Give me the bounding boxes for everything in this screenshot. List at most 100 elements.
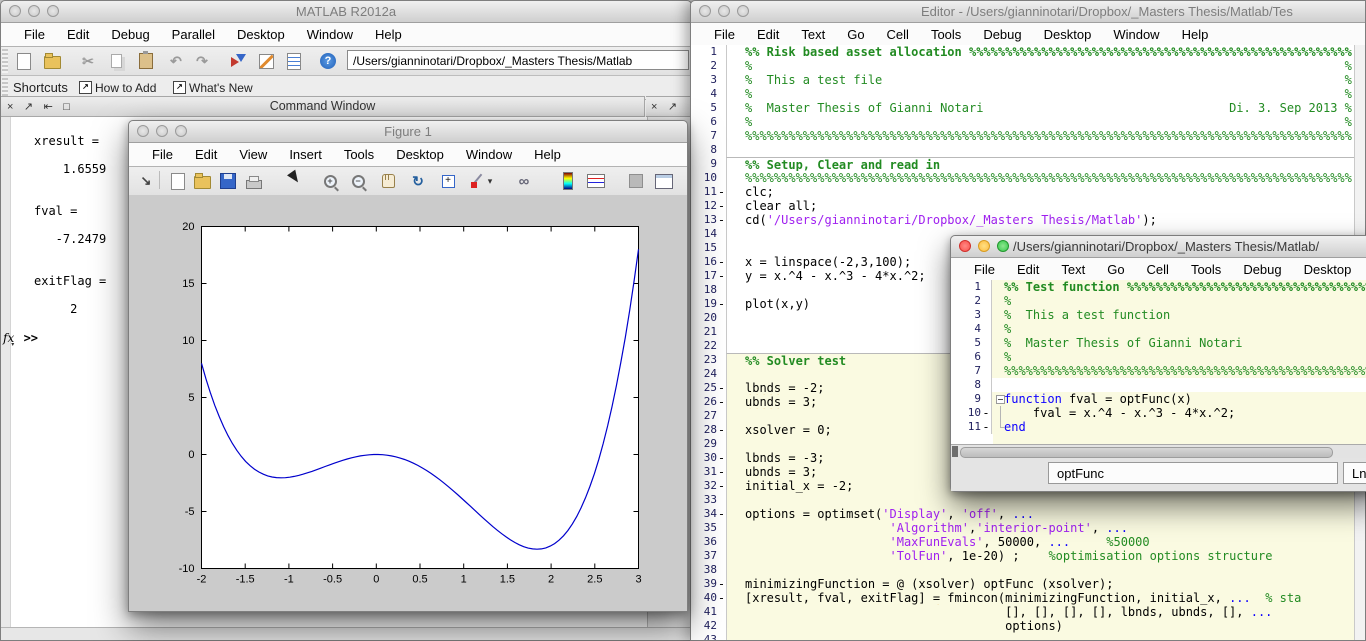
menu-file[interactable]: File — [703, 27, 746, 42]
code-line: 1%% Test function %%%%%%%%%%%%%%%%%%%%%%… — [951, 280, 1366, 294]
menu-go[interactable]: Go — [836, 27, 875, 42]
scrollbar-corner — [952, 446, 958, 457]
guide-icon[interactable] — [255, 51, 277, 71]
simulink-icon[interactable] — [227, 51, 249, 71]
shortcut-icon[interactable]: ↗ — [79, 81, 92, 94]
matlab-titlebar[interactable]: MATLAB R2012a — [1, 1, 691, 23]
toolbar-grip[interactable] — [2, 49, 8, 73]
menu-file[interactable]: File — [141, 147, 184, 162]
menu-desktop[interactable]: Desktop — [226, 27, 296, 42]
insert-colorbar-icon[interactable] — [557, 171, 579, 191]
menu-window[interactable]: Window — [296, 27, 364, 42]
side-panel-header[interactable]: × ↗ — [646, 96, 693, 117]
save-figure-icon[interactable] — [217, 171, 239, 191]
figure-canvas[interactable]: -2-1.5-1-0.500.511.522.53-10-505101520 — [129, 195, 687, 611]
menu-view[interactable]: View — [228, 147, 278, 162]
function-editor-code-area[interactable]: 1%% Test function %%%%%%%%%%%%%%%%%%%%%%… — [951, 280, 1366, 444]
menu-tools[interactable]: Tools — [920, 27, 972, 42]
menu-insert[interactable]: Insert — [278, 147, 333, 162]
minimize-window-icon[interactable] — [978, 240, 990, 252]
menu-cell[interactable]: Cell — [876, 27, 920, 42]
data-cursor-icon[interactable]: + — [437, 171, 459, 191]
rotate-3d-icon[interactable]: ↻ — [407, 171, 429, 191]
menu-tools[interactable]: Tools — [333, 147, 385, 162]
shortcuts-grip[interactable] — [2, 78, 8, 97]
menu-desktop[interactable]: Desktop — [1033, 27, 1103, 42]
function-editor-titlebar[interactable]: /Users/gianninotari/Dropbox/_Masters The… — [951, 236, 1366, 258]
copy-icon[interactable] — [105, 51, 127, 71]
new-figure-icon[interactable] — [167, 171, 189, 191]
code-line: 34-options = optimset('Display', 'off', … — [691, 507, 1365, 521]
zoom-out-icon[interactable]: − — [347, 171, 369, 191]
close-panel-icon[interactable]: × — [651, 101, 657, 113]
help-browser-icon[interactable] — [283, 51, 305, 71]
menu-go[interactable]: Go — [1096, 262, 1135, 277]
show-plot-tools-icon[interactable] — [653, 171, 675, 191]
menu-edit[interactable]: Edit — [1006, 262, 1050, 277]
redo-icon[interactable]: ↷ — [191, 51, 213, 71]
print-figure-icon[interactable] — [243, 171, 265, 191]
menu-parallel[interactable]: Parallel — [161, 27, 226, 42]
menu-desktop[interactable]: Desktop — [1293, 262, 1363, 277]
menu-desktop[interactable]: Desktop — [385, 147, 455, 162]
function-editor-statusbar: optFunc Ln — [951, 458, 1366, 491]
menu-file[interactable]: File — [13, 27, 56, 42]
current-function-indicator[interactable]: optFunc — [1048, 462, 1338, 484]
pan-icon[interactable] — [377, 171, 399, 191]
menu-tools[interactable]: Tools — [1180, 262, 1232, 277]
current-folder-field[interactable]: /Users/gianninotari/Dropbox/_Masters The… — [347, 50, 689, 70]
link-plot-icon[interactable]: ∞ — [513, 171, 535, 191]
shortcut-icon[interactable]: ↗ — [173, 81, 186, 94]
menu-text[interactable]: Text — [1050, 262, 1096, 277]
dock-figure-icon[interactable]: ↘ — [135, 171, 157, 191]
code-line: 36 'MaxFunEvals', 50000, ... %50000 — [691, 535, 1365, 549]
menu-file[interactable]: File — [963, 262, 1006, 277]
code-line: 6% % — [691, 115, 1365, 129]
brush-dropdown-icon[interactable]: ▾ — [485, 171, 495, 191]
paste-icon[interactable] — [135, 51, 157, 71]
menu-window[interactable]: Window — [1362, 262, 1366, 277]
insert-legend-icon[interactable] — [585, 171, 607, 191]
menu-debug[interactable]: Debug — [1232, 262, 1292, 277]
menu-cell[interactable]: Cell — [1136, 262, 1180, 277]
undock-panel-icon[interactable]: ↗ — [668, 101, 677, 113]
menu-edit[interactable]: Edit — [56, 27, 100, 42]
menu-help[interactable]: Help — [1171, 27, 1220, 42]
menu-window[interactable]: Window — [455, 147, 523, 162]
menu-debug[interactable]: Debug — [100, 27, 160, 42]
cut-icon[interactable]: ✂ — [77, 51, 99, 71]
fx-caret-icon: ▾ — [11, 342, 14, 348]
editor-titlebar[interactable]: Editor - /Users/gianninotari/Dropbox/_Ma… — [691, 1, 1365, 23]
code-line: 4% — [951, 322, 1366, 336]
minimize-window-icon[interactable] — [718, 5, 730, 17]
code-line: 35 'Algorithm','interior-point', ... — [691, 521, 1365, 535]
svg-text:10: 10 — [182, 335, 194, 347]
menu-edit[interactable]: Edit — [184, 147, 228, 162]
new-script-icon[interactable] — [13, 51, 35, 71]
menu-text[interactable]: Text — [790, 27, 836, 42]
menu-help[interactable]: Help — [523, 147, 572, 162]
shortcut-whats-new[interactable]: What's New — [189, 81, 253, 95]
menu-help[interactable]: Help — [364, 27, 413, 42]
function-editor-title: /Users/gianninotari/Dropbox/_Masters The… — [1013, 239, 1366, 254]
close-window-icon[interactable] — [699, 5, 711, 17]
menu-edit[interactable]: Edit — [746, 27, 790, 42]
open-file-icon[interactable] — [191, 171, 213, 191]
scrollbar-thumb[interactable] — [960, 447, 1333, 458]
matlab-window-title: MATLAB R2012a — [1, 4, 691, 19]
zoom-window-icon[interactable] — [997, 240, 1009, 252]
command-window-header[interactable]: × ↗ ⇤ □ Command Window — [1, 96, 645, 117]
zoom-in-icon[interactable]: + — [319, 171, 341, 191]
figure-titlebar[interactable]: Figure 1 — [129, 121, 687, 143]
undo-icon[interactable]: ↶ — [165, 51, 187, 71]
open-file-icon[interactable] — [41, 51, 63, 71]
edit-plot-icon[interactable] — [285, 171, 307, 191]
zoom-window-icon[interactable] — [737, 5, 749, 17]
code-line: 37 'TolFun', 1e-20) ; %optimisation opti… — [691, 549, 1365, 563]
shortcut-how-to-add[interactable]: How to Add — [95, 81, 156, 95]
help-icon[interactable]: ? — [317, 51, 339, 71]
menu-debug[interactable]: Debug — [972, 27, 1032, 42]
close-window-icon[interactable] — [959, 240, 971, 252]
hide-plot-tools-icon[interactable] — [625, 171, 647, 191]
menu-window[interactable]: Window — [1102, 27, 1170, 42]
